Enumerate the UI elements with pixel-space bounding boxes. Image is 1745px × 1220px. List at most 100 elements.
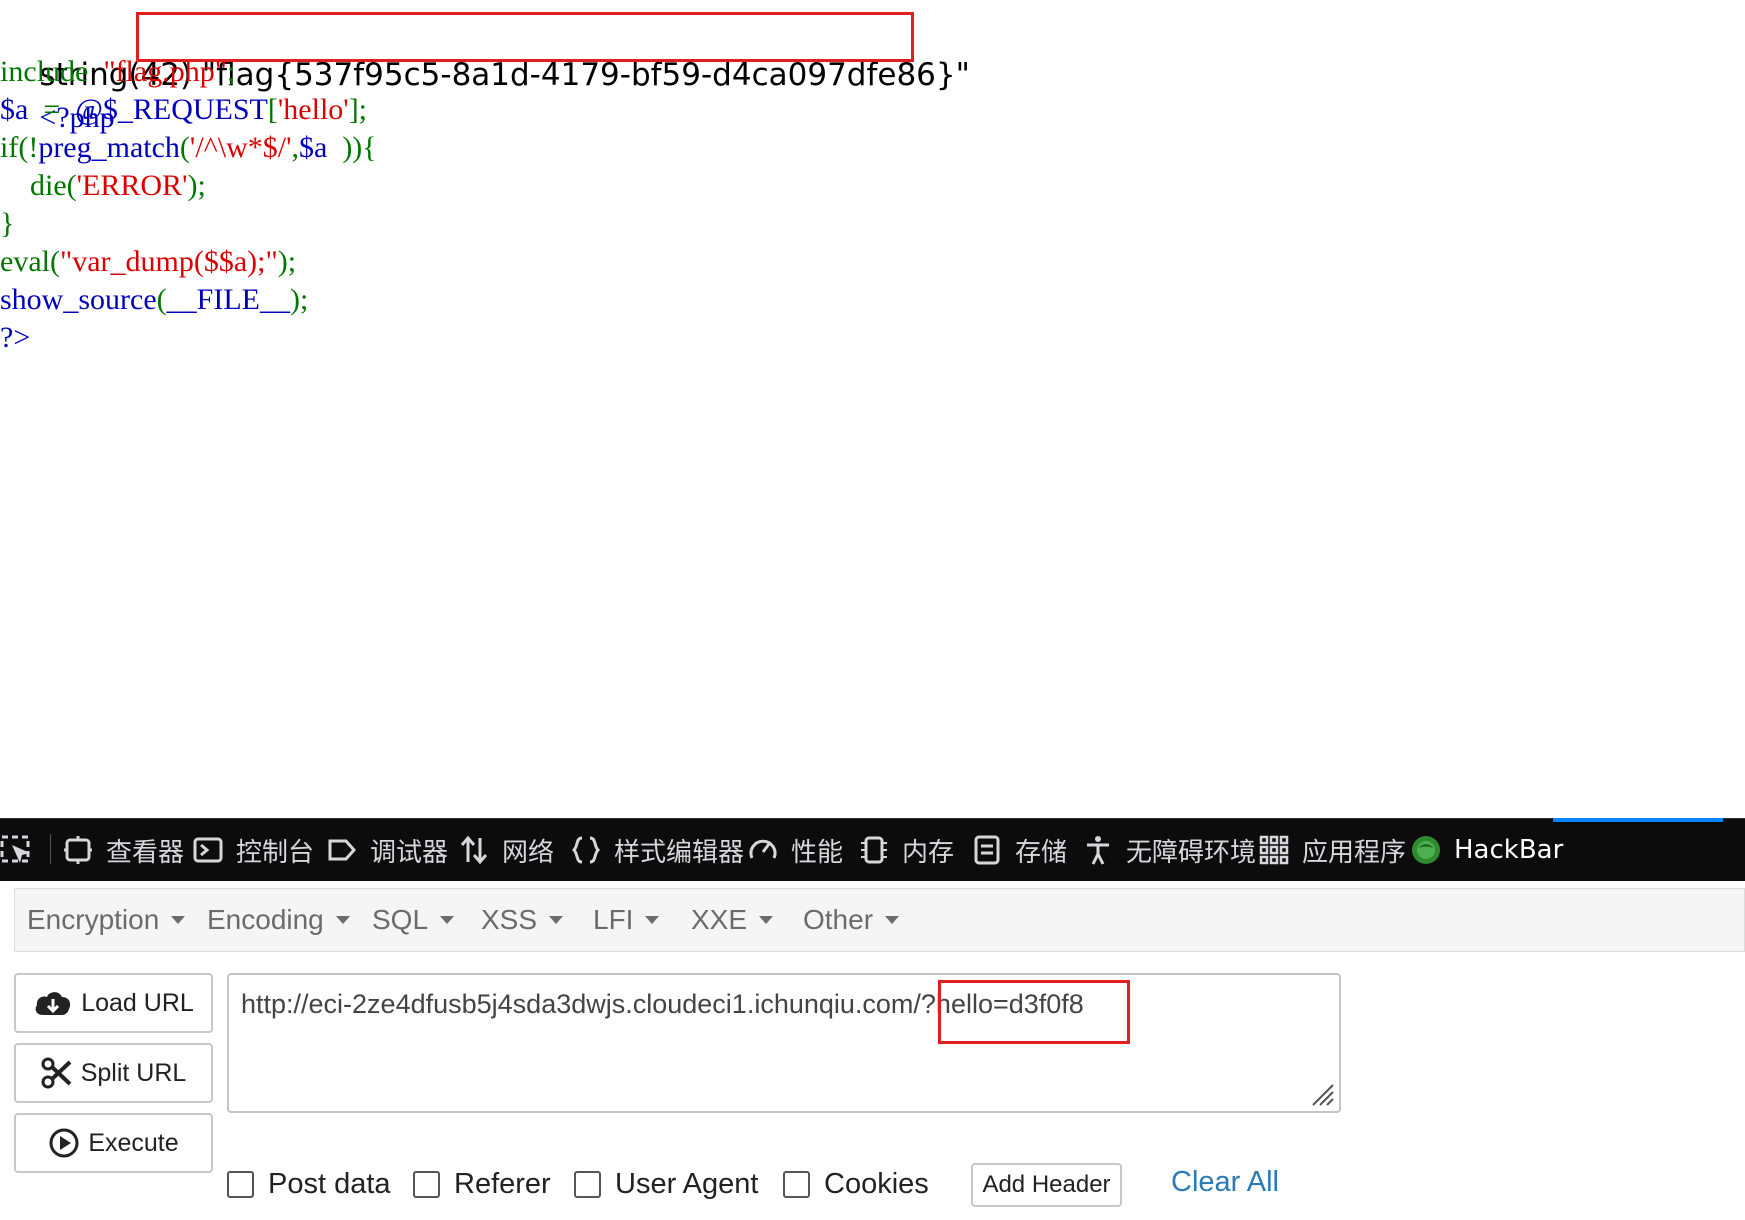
caret-down-icon (335, 916, 350, 924)
checkbox-box[interactable] (574, 1171, 601, 1198)
accessibility-icon (1082, 834, 1126, 866)
post-data-checkbox[interactable]: Post data (227, 1168, 391, 1201)
url-value: http://eci-2ze4dfusb5j4sda3dwjs.cloudeci… (241, 989, 1084, 1020)
storage-icon (971, 834, 1015, 866)
menu-item-label: LFI (593, 904, 634, 935)
code-token: __FILE__ (166, 283, 290, 316)
caret-down-icon (171, 916, 186, 924)
post-data-label: Post data (268, 1168, 391, 1200)
code-token: preg_match (38, 131, 180, 164)
application-icon (1258, 834, 1302, 866)
code-token: [ (267, 93, 278, 126)
scissors-icon (41, 1057, 72, 1089)
url-textarea[interactable]: http://eci-2ze4dfusb5j4sda3dwjs.cloudeci… (227, 973, 1341, 1113)
devtools-tab[interactable]: 无障碍环境 (1082, 819, 1256, 881)
devtools-toolbar: 查看器 控制台 调试器 网络 样式编辑器 性能 内存 存储 无障碍环境 应用程序 HackBar (0, 818, 1745, 881)
code-token: show_source (0, 283, 157, 316)
user-agent-checkbox[interactable]: User Agent (574, 1168, 758, 1201)
hackbar-menu-item[interactable]: Encoding (207, 889, 350, 951)
style-editor-icon (570, 834, 614, 866)
code-token: $a (298, 131, 343, 164)
console-icon (192, 834, 236, 866)
code-token: = (43, 93, 76, 126)
add-header-button[interactable]: Add Header (971, 1163, 1122, 1207)
inspector-icon (62, 834, 106, 866)
code-token: ( (179, 131, 190, 164)
source-line: if(!preg_match('/^\w*$/',$a )){ (0, 129, 377, 167)
hackbar-menu-item[interactable]: XXE (691, 889, 774, 951)
code-token: ]; (348, 93, 368, 126)
menu-item-label: XSS (481, 904, 538, 935)
code-token: if(! (0, 131, 39, 164)
devtools-tab[interactable]: 性能 (747, 819, 843, 881)
hackbar-menu: Encryption Encoding SQL XSS LFI XXE Other (14, 888, 1745, 952)
devtools-tab[interactable]: 网络 (458, 819, 554, 881)
devtools-tab[interactable]: 样式编辑器 (570, 819, 744, 881)
devtools-tab[interactable]: 应用程序 (1258, 819, 1406, 881)
code-token: ); (187, 169, 206, 202)
execute-button[interactable]: Execute (14, 1113, 213, 1173)
active-tab-indicator (1553, 818, 1723, 822)
split-url-label: Split URL (80, 1058, 187, 1087)
hackbar-menu-item[interactable]: Other (803, 889, 900, 951)
network-icon (458, 834, 502, 866)
code-token: "flag.php" (103, 55, 227, 88)
devtools-tab[interactable]: 调试器 (326, 819, 448, 881)
devtools-tab-label: 调试器 (370, 837, 449, 868)
code-token: include (0, 55, 104, 88)
resize-grip-icon[interactable] (1309, 1081, 1335, 1107)
code-token: die( (0, 169, 77, 202)
code-token: )){ (342, 131, 377, 164)
code-token: @$_REQUEST (75, 93, 268, 126)
caret-down-icon (885, 916, 900, 924)
page-output: string(42) "flag{537f95c5-8a1d-4179-bf59… (0, 0, 1745, 815)
devtools-tab[interactable]: 查看器 (62, 819, 184, 881)
devtools-tab[interactable]: 内存 (858, 819, 954, 881)
devtools-tab-label: 查看器 (106, 837, 185, 868)
menu-item-label: Other (803, 904, 874, 935)
code-token: ( (156, 283, 167, 316)
toolbar-divider (50, 834, 51, 864)
load-url-label: Load URL (81, 988, 194, 1017)
code-token: "var_dump($$a);" (59, 245, 278, 278)
menu-item-label: Encryption (27, 904, 160, 935)
checkbox-box[interactable] (227, 1171, 254, 1198)
hackbar-menu-item[interactable]: Encryption (27, 889, 186, 951)
source-line: eval("var_dump($$a);"); (0, 243, 296, 281)
hackbar-menu-item[interactable]: SQL (372, 889, 455, 951)
code-token: 'ERROR' (76, 169, 188, 202)
code-token: '/^\w*$/' (189, 131, 292, 164)
code-token: ); (289, 283, 309, 316)
code-token: ); (277, 245, 297, 278)
memory-icon (858, 834, 902, 866)
source-line: include "flag.php"; (0, 53, 235, 91)
checkbox-box[interactable] (783, 1171, 810, 1198)
url-base: http://eci-2ze4dfusb5j4sda3dwjs.cloudeci… (241, 989, 921, 1019)
caret-down-icon (549, 916, 564, 924)
devtools-tab[interactable]: HackBar (1410, 819, 1563, 881)
hackbar-menu-item[interactable]: LFI (593, 889, 660, 951)
devtools-tab[interactable]: 存储 (971, 819, 1067, 881)
cloud-download-icon (35, 992, 71, 1015)
code-token: ?> (0, 321, 31, 354)
code-token: $a (0, 93, 44, 126)
code-token: , (291, 131, 299, 164)
checkbox-box[interactable] (413, 1171, 440, 1198)
clear-all-link[interactable]: Clear All (1171, 1166, 1279, 1199)
split-url-button[interactable]: Split URL (14, 1043, 213, 1103)
code-token: ; (226, 55, 236, 88)
source-line: } (0, 205, 14, 243)
devtools-tab-label: 网络 (502, 837, 555, 868)
devtools-tab-label: 无障碍环境 (1126, 837, 1257, 868)
code-token: eval( (0, 245, 60, 278)
cookies-checkbox[interactable]: Cookies (783, 1168, 929, 1201)
referer-checkbox[interactable]: Referer (413, 1168, 551, 1201)
devtools-tab-label: 性能 (791, 837, 844, 868)
element-picker-icon[interactable] (0, 819, 46, 881)
execute-label: Execute (88, 1128, 179, 1157)
load-url-button[interactable]: Load URL (14, 973, 213, 1033)
hackbar-menu-item[interactable]: XSS (481, 889, 564, 951)
flag-value: "flag{537f95c5-8a1d-4179-bf59-d4ca097dfe… (192, 57, 970, 93)
devtools-tab[interactable]: 控制台 (192, 819, 314, 881)
hackbar-icon (1410, 834, 1454, 866)
